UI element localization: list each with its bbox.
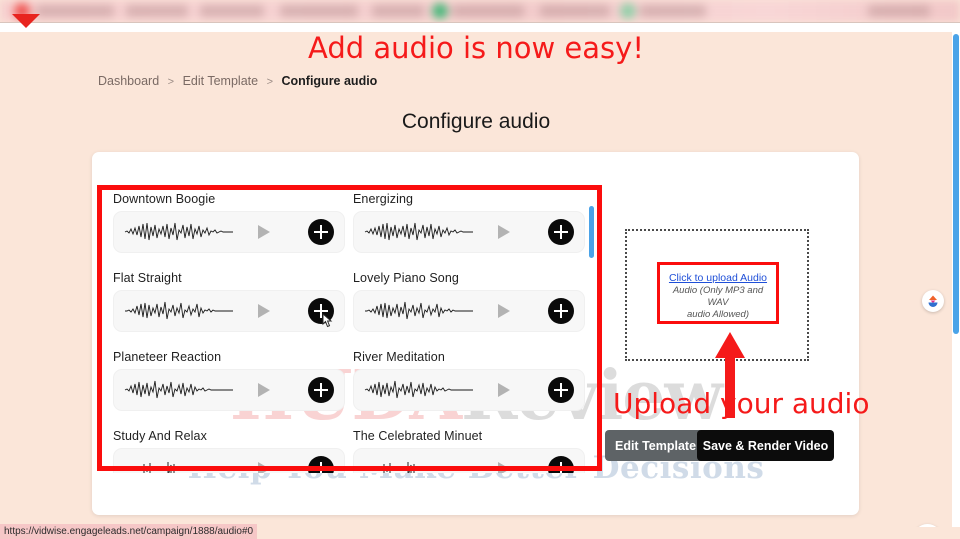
app-logo-badge-icon[interactable] [922,290,944,312]
audio-track-item[interactable]: The Celebrated Minuet [353,429,585,473]
track-row[interactable] [113,448,345,473]
browser-tab[interactable] [372,5,424,17]
track-row[interactable] [113,369,345,411]
audio-track-column-left: Downtown Boogie Flat Straight Planeteer … [113,192,345,473]
browser-tab[interactable] [126,5,188,17]
breadcrumb: Dashboard > Edit Template > Configure au… [98,74,377,88]
track-title: Downtown Boogie [113,192,216,206]
play-icon[interactable] [258,225,270,239]
audio-track-item[interactable]: Planeteer Reaction [113,350,345,411]
play-icon[interactable] [498,462,510,473]
annotation-upload-caption: Upload your audio [613,387,870,420]
play-icon[interactable] [258,304,270,318]
add-track-plus-icon[interactable] [308,377,334,403]
track-row[interactable] [353,369,585,411]
breadcrumb-separator-icon: > [167,76,175,88]
waveform-icon [124,380,233,399]
annotation-headline: Add audio is now easy! [308,32,644,65]
breadcrumb-separator-icon: > [266,76,273,88]
browser-tab[interactable] [868,5,930,17]
track-row[interactable] [353,448,585,473]
audio-track-item[interactable]: Energizing [353,192,585,253]
page-top-gutter [868,23,960,32]
track-title: Flat Straight [113,271,182,285]
browser-tab[interactable] [280,5,358,17]
waveform-icon [125,301,233,320]
track-title: Lovely Piano Song [353,271,459,285]
track-row[interactable] [113,211,345,253]
waveform-icon [124,222,233,241]
browser-tab-favicon [620,3,636,19]
track-title: The Celebrated Minuet [353,429,483,443]
page-content: Add audio is now easy! Dashboard > Edit … [0,32,952,527]
chat-knot-glyph [913,524,942,527]
click-to-upload-audio-link[interactable]: Click to upload Audio [660,271,776,285]
audio-track-item[interactable]: Study And Relax [113,429,345,473]
audio-track-column-right: Energizing Lovely Piano Song River Medit… [353,192,585,473]
track-title: River Meditation [353,350,445,364]
browser-tab-favicon [432,3,448,19]
audio-track-item[interactable]: Downtown Boogie [113,192,345,253]
browser-status-bar: https://vidwise.engageleads.net/campaign… [0,524,258,539]
browser-tab[interactable] [640,5,706,17]
play-icon[interactable] [498,383,510,397]
audio-list-scrollbar-thumb[interactable] [589,206,594,258]
breadcrumb-item-dashboard[interactable]: Dashboard [98,74,159,88]
app-logo-glyph [928,295,938,307]
add-track-plus-icon[interactable] [548,219,574,245]
browser-tab-strip[interactable] [0,0,960,22]
play-icon[interactable] [498,225,510,239]
upload-format-note-line2: audio Allowed) [687,309,749,320]
waveform-icon [365,301,473,320]
breadcrumb-item-edit-template[interactable]: Edit Template [183,74,259,88]
waveform-icon [364,380,473,399]
red-caret-annotation [12,14,40,28]
add-track-plus-icon[interactable] [548,377,574,403]
audio-track-item[interactable]: Lovely Piano Song [353,271,585,332]
audio-track-item[interactable]: River Meditation [353,350,585,411]
mouse-cursor-pointer-icon [322,313,333,328]
play-icon[interactable] [258,383,270,397]
upload-format-note-line1: Audio (Only MP3 and WAV [672,285,764,308]
browser-tab[interactable] [452,5,524,17]
track-row[interactable] [353,211,585,253]
save-and-render-video-button[interactable]: Save & Render Video [697,430,834,461]
breadcrumb-item-configure-audio: Configure audio [281,74,378,88]
chrome-bottom-fill [0,23,960,32]
add-track-plus-icon[interactable] [548,456,574,473]
page-title: Configure audio [401,110,551,133]
waveform-icon [371,462,437,473]
audio-track-list[interactable]: Downtown Boogie Flat Straight Planeteer … [105,192,593,473]
add-track-plus-icon[interactable] [548,298,574,324]
waveform-icon [364,222,473,241]
track-title: Planeteer Reaction [113,350,222,364]
add-track-plus-icon[interactable] [308,456,334,473]
audio-upload-inner-highlight[interactable]: Click to upload Audio Audio (Only MP3 an… [657,262,779,324]
play-icon[interactable] [498,304,510,318]
browser-tab[interactable] [200,5,264,17]
waveform-icon [131,462,197,473]
track-row[interactable] [353,290,585,332]
page-scrollbar-thumb[interactable] [953,34,959,334]
add-track-plus-icon[interactable] [308,219,334,245]
audio-track-item[interactable]: Flat Straight [113,271,345,332]
browser-tab[interactable] [540,5,610,17]
track-title: Energizing [353,192,414,206]
chat-assistant-icon[interactable] [913,524,942,527]
play-icon[interactable] [258,462,270,473]
track-title: Study And Relax [113,429,207,443]
track-row[interactable] [113,290,345,332]
browser-tab[interactable] [36,5,114,17]
edit-template-button[interactable]: Edit Template [605,430,706,461]
